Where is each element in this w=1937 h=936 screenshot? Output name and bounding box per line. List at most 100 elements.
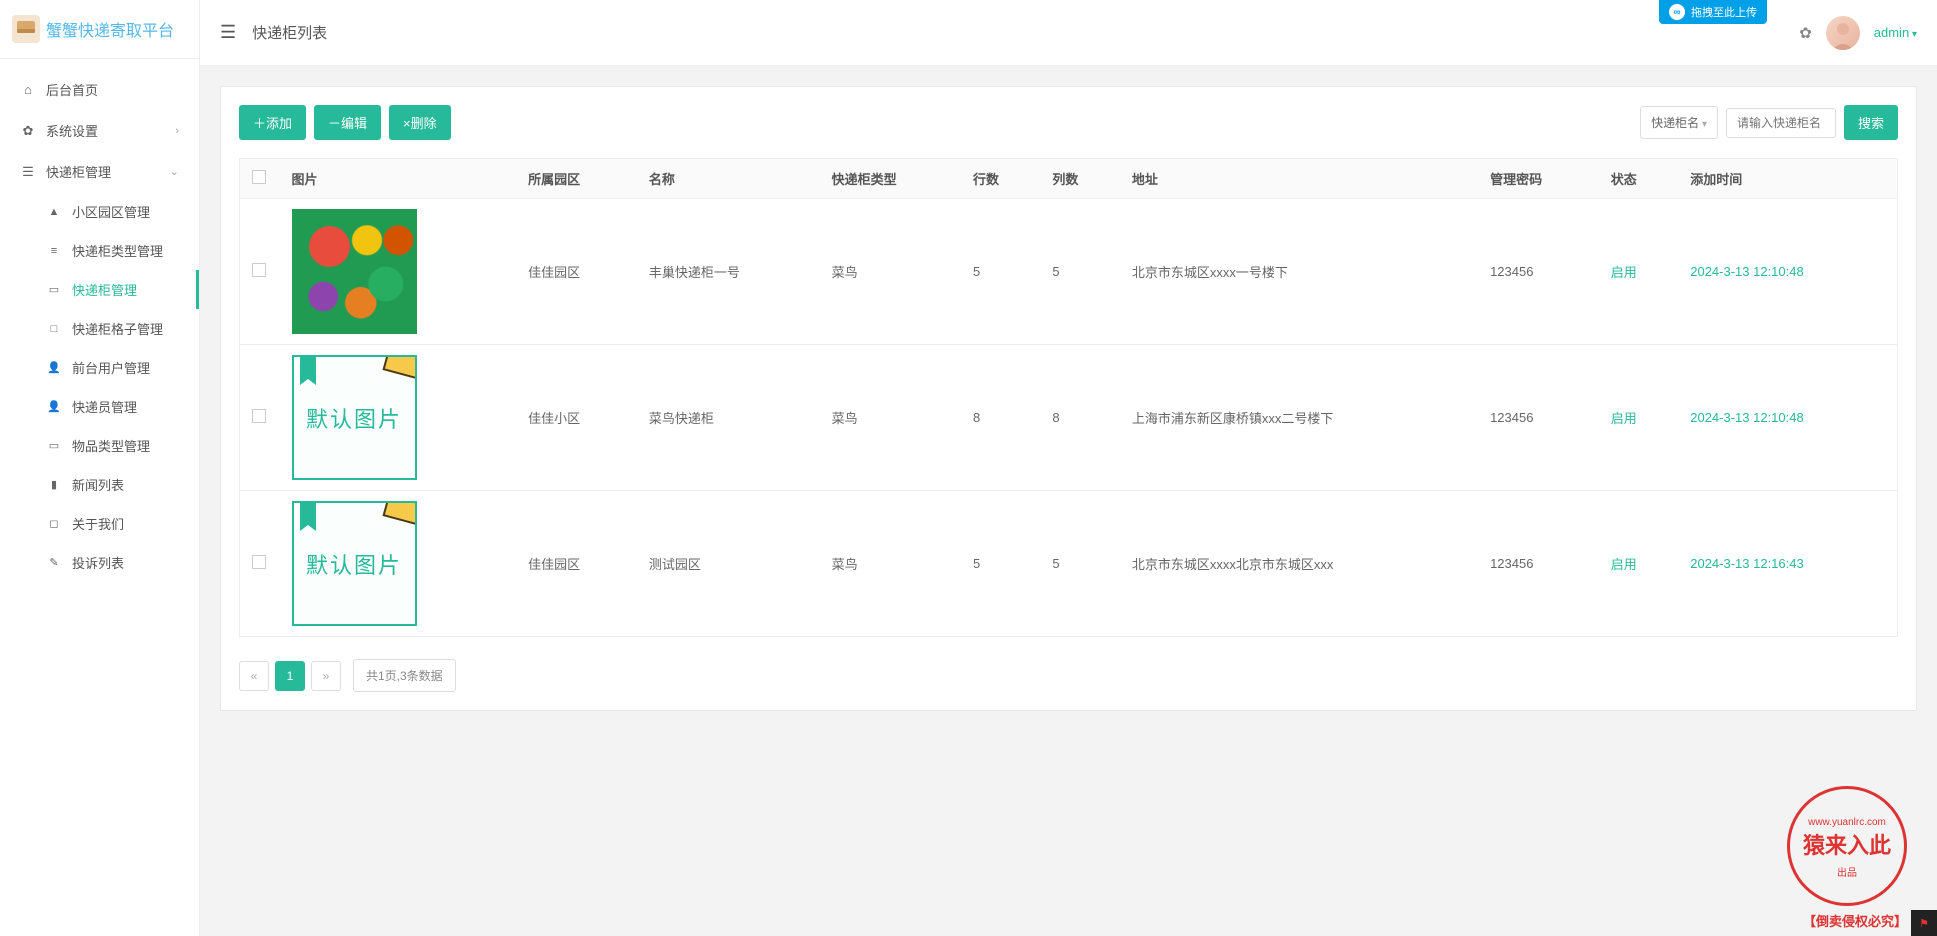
cell-name: 测试园区 bbox=[637, 491, 820, 637]
watermark-footer: 【倒卖侵权必究】 bbox=[1803, 911, 1907, 930]
topbar: ☰ 快递柜列表 ∞ 拖拽至此上传 ✿ admin bbox=[200, 0, 1937, 66]
menu-toggle-icon[interactable]: ☰ bbox=[220, 22, 236, 43]
th-status: 状态 bbox=[1599, 159, 1678, 199]
edit-button[interactable]: －编辑 bbox=[314, 105, 381, 140]
search-input[interactable] bbox=[1726, 108, 1836, 138]
delete-button[interactable]: ×删除 bbox=[389, 105, 451, 140]
chevron-right-icon: › bbox=[175, 125, 179, 137]
page-title: 快递柜列表 bbox=[252, 22, 327, 43]
cell-name: 菜鸟快递柜 bbox=[637, 345, 820, 491]
table-row: 默认图片佳佳小区菜鸟快递柜菜鸟88上海市浦东新区康桥镇xxx二号楼下123456… bbox=[240, 345, 1898, 491]
doc-icon: ▮ bbox=[46, 478, 62, 491]
nav-system[interactable]: ✿ 系统设置 › bbox=[0, 110, 199, 151]
cell-rows: 5 bbox=[961, 491, 1040, 637]
cell-community: 佳佳小区 bbox=[516, 345, 637, 491]
cell-address: 上海市浦东新区康桥镇xxx二号楼下 bbox=[1120, 345, 1478, 491]
nav-label: 快递柜管理 bbox=[46, 162, 111, 181]
cell-type: 菜鸟 bbox=[820, 345, 961, 491]
triangle-icon: ▲ bbox=[46, 206, 62, 218]
nav: ⌂ 后台首页 ✿ 系统设置 › ☰ 快递柜管理 ⌄ ▲小区园区管理 ≡ 快递柜类型… bbox=[0, 59, 199, 936]
nav-about[interactable]: ◻ 关于我们 bbox=[18, 504, 199, 543]
nav-label: 后台首页 bbox=[46, 80, 98, 99]
cell-address: 北京市东城区xxxx一号楼下 bbox=[1120, 199, 1478, 345]
row-checkbox[interactable] bbox=[252, 555, 266, 569]
page-1[interactable]: 1 bbox=[275, 661, 305, 691]
nav-label: 快递员管理 bbox=[72, 397, 137, 416]
cell-address: 北京市东城区xxxx北京市东城区xxx bbox=[1120, 491, 1478, 637]
nav-front-user[interactable]: 👤 前台用户管理 bbox=[18, 348, 199, 387]
th-type: 快递柜类型 bbox=[820, 159, 961, 199]
nav-complaint[interactable]: ✎投诉列表 bbox=[18, 543, 199, 582]
th-password: 管理密码 bbox=[1478, 159, 1599, 199]
chat-icon: ◻ bbox=[46, 517, 62, 530]
table-row: 佳佳园区丰巢快递柜一号菜鸟55北京市东城区xxxx一号楼下123456启用202… bbox=[240, 199, 1898, 345]
home-icon: ⌂ bbox=[20, 82, 36, 97]
avatar[interactable] bbox=[1826, 16, 1860, 50]
list-icon: ☰ bbox=[20, 164, 36, 180]
pencil-icon: ✎ bbox=[46, 556, 62, 569]
user-icon: 👤 bbox=[46, 400, 62, 413]
nav-label: 快递柜管理 bbox=[72, 280, 137, 299]
panel: ＋添加 －编辑 ×删除 快递柜名 搜索 图片 所属园区 bbox=[220, 86, 1917, 711]
folder-icon: ▭ bbox=[46, 439, 62, 452]
cell-password: 123456 bbox=[1478, 199, 1599, 345]
nav-locker-mgmt[interactable]: ☰ 快递柜管理 ⌄ bbox=[0, 151, 199, 192]
search-button[interactable]: 搜索 bbox=[1844, 105, 1898, 140]
th-name: 名称 bbox=[637, 159, 820, 199]
nav-community[interactable]: ▲小区园区管理 bbox=[18, 192, 199, 231]
cell-name: 丰巢快递柜一号 bbox=[637, 199, 820, 345]
nav-label: 新闻列表 bbox=[72, 475, 124, 494]
cell-status: 启用 bbox=[1599, 491, 1678, 637]
main: ☰ 快递柜列表 ∞ 拖拽至此上传 ✿ admin ＋添加 －编辑 ×删除 bbox=[200, 0, 1937, 936]
cell-rows: 5 bbox=[961, 199, 1040, 345]
th-rows: 行数 bbox=[961, 159, 1040, 199]
cell-type: 菜鸟 bbox=[820, 491, 961, 637]
cell-password: 123456 bbox=[1478, 491, 1599, 637]
pagination: « 1 » 共1页,3条数据 bbox=[239, 659, 1898, 692]
gear-icon: ✿ bbox=[20, 123, 36, 139]
nav-label: 快递柜类型管理 bbox=[72, 241, 163, 260]
th-created: 添加时间 bbox=[1678, 159, 1897, 199]
page-next[interactable]: » bbox=[311, 661, 341, 691]
add-button[interactable]: ＋添加 bbox=[239, 105, 306, 140]
logo-icon bbox=[12, 15, 40, 43]
nav-sub-locker: ▲小区园区管理 ≡快递柜类型管理 ▭快递柜管理 □快递柜格子管理 👤前台用户管理… bbox=[0, 192, 199, 582]
th-address: 地址 bbox=[1120, 159, 1478, 199]
th-community: 所属园区 bbox=[516, 159, 637, 199]
nav-item-type[interactable]: ▭物品类型管理 bbox=[18, 426, 199, 465]
row-image: 默认图片 bbox=[292, 355, 417, 480]
page-info: 共1页,3条数据 bbox=[353, 659, 456, 692]
nav-courier[interactable]: 👤 快递员管理 bbox=[18, 387, 199, 426]
chevron-down-icon: ⌄ bbox=[170, 165, 179, 178]
nav-label: 前台用户管理 bbox=[72, 358, 150, 377]
cell-community: 佳佳园区 bbox=[516, 491, 637, 637]
nav-locker-cell[interactable]: □快递柜格子管理 bbox=[18, 309, 199, 348]
nav-locker[interactable]: ▭快递柜管理 bbox=[18, 270, 199, 309]
corner-badge[interactable]: ⚑ bbox=[1911, 910, 1937, 936]
row-checkbox[interactable] bbox=[252, 409, 266, 423]
user-icon: 👤 bbox=[46, 361, 62, 374]
user-dropdown[interactable]: admin bbox=[1874, 25, 1917, 40]
nav-label: 关于我们 bbox=[72, 514, 124, 533]
toolbar: ＋添加 －编辑 ×删除 快递柜名 搜索 bbox=[239, 105, 1898, 140]
row-image: 默认图片 bbox=[292, 501, 417, 626]
cloud-icon: ∞ bbox=[1669, 4, 1685, 20]
upload-label: 拖拽至此上传 bbox=[1691, 4, 1757, 20]
nav-news[interactable]: ▮ 新闻列表 bbox=[18, 465, 199, 504]
settings-icon[interactable]: ✿ bbox=[1799, 24, 1812, 42]
select-all-checkbox[interactable] bbox=[252, 170, 266, 184]
row-checkbox[interactable] bbox=[252, 263, 266, 277]
lines-icon: ≡ bbox=[46, 245, 62, 257]
page-prev[interactable]: « bbox=[239, 661, 269, 691]
cell-created: 2024-3-13 12:10:48 bbox=[1678, 199, 1897, 345]
nav-locker-type[interactable]: ≡ 快递柜类型管理 bbox=[18, 231, 199, 270]
nav-home[interactable]: ⌂ 后台首页 bbox=[0, 69, 199, 110]
nav-label: 快递柜格子管理 bbox=[72, 319, 163, 338]
cell-status: 启用 bbox=[1599, 345, 1678, 491]
sidebar: 蟹蟹快递寄取平台 ⌂ 后台首页 ✿ 系统设置 › ☰ 快递柜管理 ⌄ bbox=[0, 0, 200, 936]
logo-text: 蟹蟹快递寄取平台 bbox=[46, 17, 174, 41]
cell-cols: 5 bbox=[1040, 199, 1119, 345]
filter-select[interactable]: 快递柜名 bbox=[1640, 106, 1718, 139]
cell-created: 2024-3-13 12:10:48 bbox=[1678, 345, 1897, 491]
upload-button[interactable]: ∞ 拖拽至此上传 bbox=[1659, 0, 1767, 24]
